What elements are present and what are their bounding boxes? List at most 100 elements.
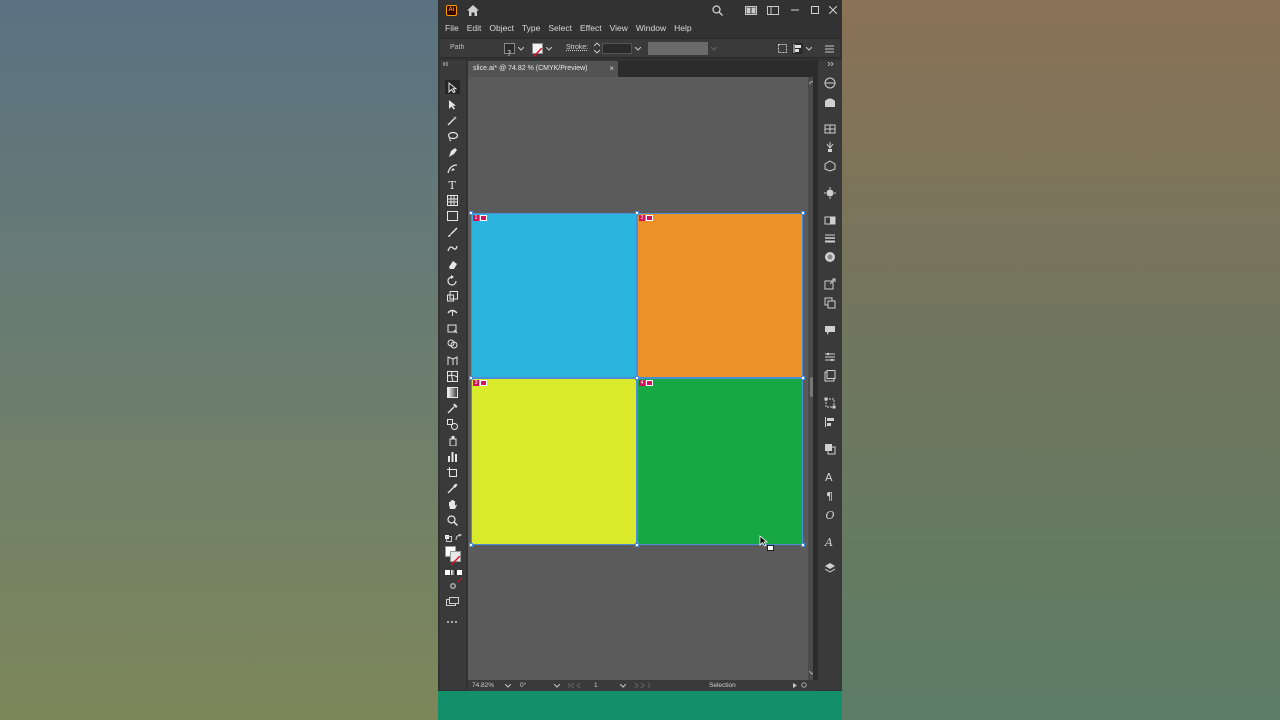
edit-toolbar-icon[interactable]	[446, 620, 458, 624]
next-last-artboard-icon[interactable]	[634, 683, 656, 688]
menu-object[interactable]: Object	[489, 23, 514, 33]
pathfinder-icon[interactable]	[824, 443, 836, 455]
appearance-icon[interactable]	[824, 187, 836, 199]
width-tool-icon[interactable]	[445, 305, 460, 319]
workspace-switcher-icon[interactable]	[762, 0, 784, 20]
transparency-icon[interactable]	[824, 251, 836, 263]
symbols-icon[interactable]	[824, 160, 836, 172]
close-window-icon[interactable]	[824, 0, 842, 20]
color-guide-icon[interactable]	[824, 96, 836, 108]
menu-view[interactable]: View	[610, 23, 628, 33]
status-arrow-icon[interactable]	[793, 683, 798, 688]
menu-type[interactable]: Type	[522, 23, 540, 33]
fill-swatch[interactable]: ?	[504, 43, 515, 58]
color-mode-icon[interactable]	[445, 570, 450, 575]
align-panel-icon[interactable]	[824, 416, 836, 428]
rotation-value[interactable]: 0°	[520, 682, 526, 689]
eraser-tool-icon[interactable]	[445, 257, 460, 271]
hand-tool-icon[interactable]	[445, 497, 460, 511]
zoom-tool-icon[interactable]	[445, 513, 460, 527]
close-tab-icon[interactable]: ×	[609, 61, 614, 77]
libraries-icon[interactable]	[824, 370, 836, 382]
rotation-dropdown-icon[interactable]	[554, 684, 560, 688]
selection-handle[interactable]	[635, 211, 639, 215]
minimize-icon[interactable]	[784, 0, 806, 20]
stroke-panel-icon[interactable]	[824, 232, 836, 244]
rotate-tool-icon[interactable]	[445, 273, 460, 287]
shape-builder-tool-icon[interactable]	[445, 337, 460, 351]
drawing-mode-icon[interactable]	[449, 582, 457, 590]
fill-dropdown-icon[interactable]	[518, 47, 524, 51]
menu-help[interactable]: Help	[674, 23, 691, 33]
perspective-grid-tool-icon[interactable]	[445, 353, 460, 367]
eyedropper-tool-icon[interactable]	[445, 401, 460, 415]
maximize-icon[interactable]	[806, 0, 824, 20]
swatches-icon[interactable]	[824, 123, 836, 135]
scale-tool-icon[interactable]	[445, 289, 460, 303]
stroke-weight-input[interactable]	[602, 43, 632, 54]
asset-export-icon[interactable]	[824, 297, 836, 309]
stroke-swatch[interactable]	[532, 43, 543, 58]
type-tool-icon[interactable]: T	[445, 177, 460, 191]
magic-wand-tool-icon[interactable]	[445, 113, 460, 127]
artboard-canvas[interactable]: 1 2 3 4	[468, 77, 808, 680]
direct-selection-tool-icon[interactable]	[445, 97, 460, 111]
gradient-tool-icon[interactable]	[445, 385, 460, 399]
align-icon[interactable]	[792, 43, 803, 54]
arrange-documents-icon[interactable]	[740, 0, 762, 20]
export-icon[interactable]	[824, 278, 836, 290]
pen-tool-icon[interactable]	[445, 145, 460, 159]
panel-collapse-icon[interactable]	[443, 62, 463, 66]
selection-handle[interactable]	[469, 376, 473, 380]
slice-1[interactable]: 1	[471, 213, 637, 378]
free-transform-tool-icon[interactable]	[445, 321, 460, 335]
opentype-icon[interactable]: O	[824, 508, 836, 520]
status-options-icon[interactable]	[801, 682, 807, 688]
selection-handle[interactable]	[469, 211, 473, 215]
stroke-color-box[interactable]	[450, 551, 461, 566]
stroke-label[interactable]: Stroke:	[566, 44, 588, 51]
slice-4[interactable]: 4	[637, 378, 803, 545]
gradient-mode-icon[interactable]	[451, 570, 456, 575]
selection-handle[interactable]	[469, 543, 473, 547]
glyphs-icon[interactable]: A	[824, 535, 836, 547]
paragraph-icon[interactable]: ¶	[824, 489, 836, 501]
dock-collapse-icon[interactable]	[824, 62, 836, 66]
symbol-sprayer-tool-icon[interactable]	[445, 433, 460, 447]
selection-tool-icon[interactable]	[445, 80, 460, 94]
artboard-dropdown-icon[interactable]	[620, 684, 626, 688]
stroke-dropdown-icon[interactable]	[546, 47, 552, 51]
character-icon[interactable]: A	[824, 470, 836, 482]
properties-icon[interactable]	[824, 351, 836, 363]
home-icon[interactable]	[466, 4, 480, 17]
brushes-icon[interactable]	[824, 141, 836, 153]
selection-handle[interactable]	[635, 376, 639, 380]
align-dropdown-icon[interactable]	[806, 47, 812, 51]
slice-2[interactable]: 2	[637, 213, 803, 378]
stroke-weight-dropdown-icon[interactable]	[635, 47, 641, 51]
current-tool-status[interactable]: Selection	[709, 682, 736, 689]
menu-file[interactable]: File	[445, 23, 459, 33]
swap-colors-icon[interactable]	[455, 534, 463, 541]
artboard-number[interactable]: 1	[594, 682, 598, 689]
transform-icon[interactable]	[778, 44, 787, 53]
curvature-tool-icon[interactable]	[445, 161, 460, 175]
screen-mode-icon[interactable]	[446, 597, 459, 606]
menu-effect[interactable]: Effect	[580, 23, 602, 33]
search-icon[interactable]	[706, 0, 728, 20]
table-grid-tool-icon[interactable]	[445, 193, 460, 207]
column-graph-tool-icon[interactable]	[445, 449, 460, 463]
lasso-tool-icon[interactable]	[445, 129, 460, 143]
slice-3[interactable]: 3	[471, 378, 637, 545]
default-colors-icon[interactable]	[444, 534, 452, 542]
selection-handle[interactable]	[801, 376, 805, 380]
selection-handle[interactable]	[635, 543, 639, 547]
paintbrush-tool-icon[interactable]	[445, 225, 460, 239]
document-tab[interactable]: slice.ai* @ 74.82 % (CMYK/Preview) ×	[468, 61, 618, 77]
layers-icon[interactable]	[824, 562, 836, 574]
selection-handle[interactable]	[801, 543, 805, 547]
first-prev-artboard-icon[interactable]	[568, 683, 590, 688]
menu-select[interactable]: Select	[548, 23, 572, 33]
slice-tool-icon[interactable]	[445, 481, 460, 495]
mesh-tool-icon[interactable]	[445, 369, 460, 383]
